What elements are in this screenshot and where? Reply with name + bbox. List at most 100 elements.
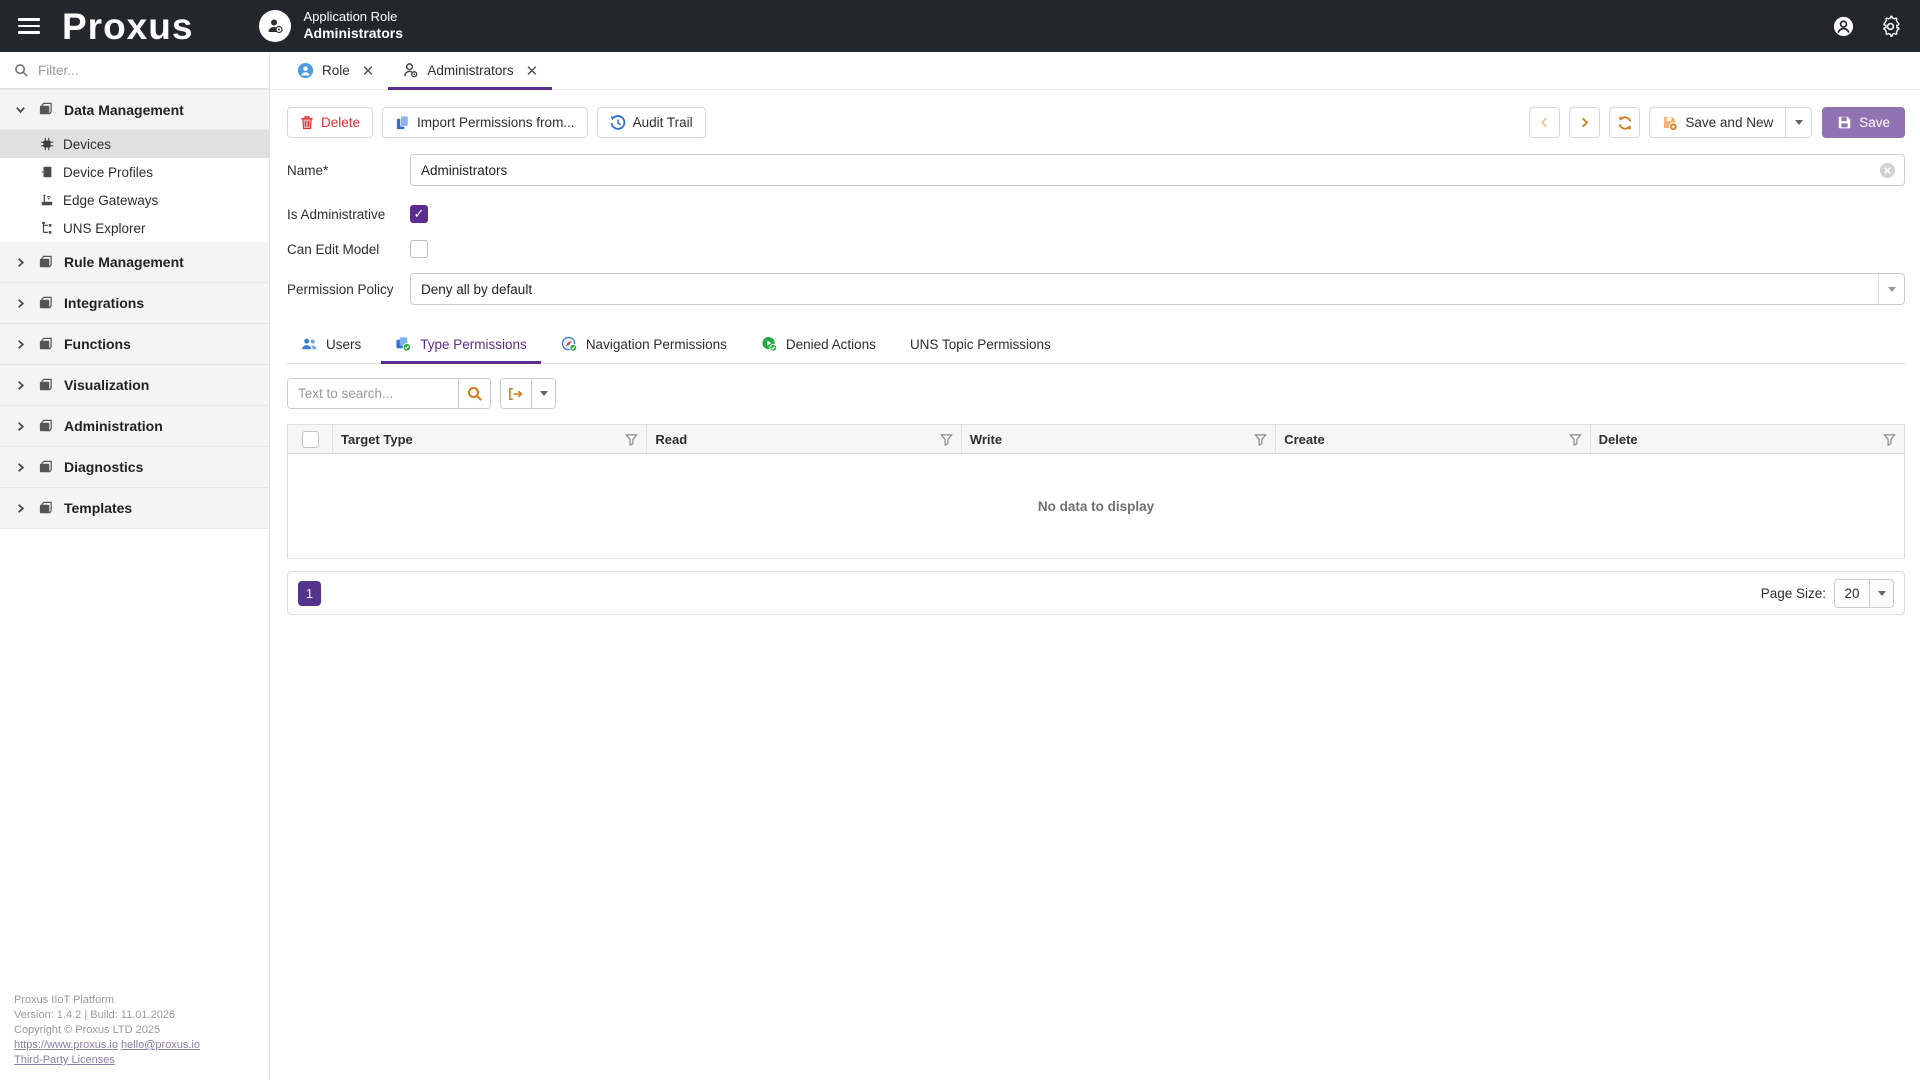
- document-tabs: Role ✕ Administrators ✕: [270, 52, 1920, 90]
- save-icon: [1838, 116, 1851, 129]
- hamburger-menu-icon[interactable]: [18, 18, 40, 34]
- history-icon: [610, 114, 625, 130]
- page-size-label: Page Size:: [1760, 585, 1826, 601]
- sidebar-filter-input[interactable]: [38, 62, 218, 78]
- role-gear-icon: [404, 63, 418, 78]
- sidebar-item-templates[interactable]: Templates: [0, 488, 269, 529]
- sidebar-item-integrations[interactable]: Integrations: [0, 283, 269, 324]
- save-and-new-button[interactable]: Save and New: [1650, 108, 1785, 137]
- sidebar-item-diagnostics[interactable]: Diagnostics: [0, 447, 269, 488]
- package-icon: [38, 419, 54, 434]
- column-header-delete[interactable]: Delete: [1591, 425, 1904, 453]
- can-edit-model-label: Can Edit Model: [287, 241, 380, 257]
- permissions-grid: Target Type Read Write Create Delete No …: [287, 424, 1905, 559]
- page-size-select[interactable]: 20: [1834, 578, 1894, 608]
- tab-administrators[interactable]: Administrators ✕: [388, 52, 553, 90]
- permission-policy-select[interactable]: Deny all by default: [410, 273, 1905, 305]
- name-field[interactable]: Administrators: [410, 154, 1905, 186]
- footer-website-link[interactable]: https://www.proxus.io: [14, 1039, 118, 1051]
- chevron-right-icon: [14, 256, 28, 269]
- clear-icon[interactable]: [1879, 162, 1896, 179]
- page-1-button[interactable]: 1: [298, 580, 321, 606]
- save-and-new-caret[interactable]: [1785, 108, 1811, 137]
- footer-email-link[interactable]: hello@proxus.io: [121, 1039, 200, 1051]
- is-administrative-label: Is Administrative: [287, 206, 386, 222]
- platform-footer: Proxus IIoT Platform Version: 1.4.2 | Bu…: [14, 993, 200, 1068]
- export-button[interactable]: [501, 379, 531, 408]
- save-button[interactable]: Save: [1822, 107, 1905, 138]
- grid-search-input[interactable]: [288, 379, 458, 408]
- profile-card-icon: [40, 165, 54, 179]
- can-edit-model-checkbox[interactable]: [410, 240, 428, 258]
- tab-role[interactable]: Role ✕: [283, 52, 388, 89]
- app-header: Proxus Application Role Administrators: [0, 0, 1920, 52]
- sidebar-item-administration[interactable]: Administration: [0, 406, 269, 447]
- next-record-button[interactable]: [1569, 107, 1601, 138]
- name-value: Administrators: [421, 162, 508, 178]
- filter-funnel-icon[interactable]: [1883, 433, 1896, 446]
- role-avatar-icon: [259, 10, 292, 42]
- package-icon: [38, 460, 54, 475]
- export-icon: [509, 387, 523, 400]
- package-icon: [38, 501, 54, 516]
- is-administrative-checkbox[interactable]: ✓: [410, 205, 428, 223]
- sidebar-item-edge-gateways[interactable]: Edge Gateways: [0, 186, 269, 214]
- chevron-right-icon: [14, 461, 28, 474]
- import-permissions-button[interactable]: Import Permissions from...: [382, 107, 588, 138]
- navigation-permissions-icon: [561, 336, 578, 352]
- export-split-button: [500, 378, 556, 409]
- sidebar-item-visualization[interactable]: Visualization: [0, 365, 269, 406]
- footer-licenses-link[interactable]: Third-Party Licenses: [14, 1054, 115, 1066]
- tab-users[interactable]: Users: [287, 327, 375, 363]
- sidebar-item-devices[interactable]: Devices: [0, 130, 269, 158]
- delete-button[interactable]: Delete: [287, 107, 374, 138]
- filter-funnel-icon[interactable]: [1254, 433, 1268, 446]
- footer-copyright: Copyright © Proxus LTD 2025: [14, 1024, 161, 1036]
- filter-funnel-icon[interactable]: [939, 433, 953, 446]
- sidebar: Data Management Devices Device Profiles …: [0, 52, 270, 1080]
- grid-header: Target Type Read Write Create Delete: [288, 425, 1904, 454]
- permission-tabs: Users Type Permissions Navigation Permis…: [287, 327, 1905, 364]
- tab-navigation-permissions[interactable]: Navigation Permissions: [547, 327, 741, 363]
- refresh-icon: [1618, 115, 1632, 130]
- audit-trail-button[interactable]: Audit Trail: [596, 107, 706, 138]
- sidebar-item-data-management[interactable]: Data Management: [0, 89, 269, 130]
- column-header-write[interactable]: Write: [962, 425, 1277, 453]
- users-icon: [301, 338, 317, 349]
- search-icon: [467, 386, 482, 401]
- context-type: Application Role: [303, 9, 398, 25]
- tree-icon: [40, 221, 54, 235]
- refresh-button[interactable]: [1609, 107, 1641, 138]
- close-icon[interactable]: ✕: [362, 62, 375, 80]
- account-icon[interactable]: [1832, 15, 1855, 38]
- select-all-checkbox[interactable]: [301, 430, 319, 448]
- tab-type-permissions[interactable]: Type Permissions: [381, 327, 541, 364]
- footer-product: Proxus IIoT Platform: [14, 994, 115, 1006]
- column-header-read[interactable]: Read: [647, 425, 962, 453]
- filter-funnel-icon[interactable]: [1568, 433, 1582, 446]
- close-icon[interactable]: ✕: [526, 62, 539, 80]
- tab-denied-actions[interactable]: Denied Actions: [747, 327, 890, 363]
- tab-uns-topic-permissions[interactable]: UNS Topic Permissions: [896, 327, 1065, 363]
- export-caret[interactable]: [531, 379, 555, 408]
- settings-gear-icon[interactable]: [1879, 15, 1902, 38]
- chevron-down-icon: [1869, 579, 1893, 607]
- sidebar-nav: Data Management Devices Device Profiles …: [0, 89, 269, 529]
- search-icon: [14, 63, 29, 78]
- sidebar-item-device-profiles[interactable]: Device Profiles: [0, 158, 269, 186]
- sidebar-item-uns-explorer[interactable]: UNS Explorer: [0, 214, 269, 242]
- denied-actions-icon: [762, 336, 778, 352]
- filter-funnel-icon[interactable]: [625, 433, 639, 446]
- permission-policy-label: Permission Policy: [287, 281, 394, 297]
- grid-search-button[interactable]: [458, 379, 490, 408]
- prev-record-button[interactable]: [1529, 107, 1561, 138]
- sidebar-item-rule-management[interactable]: Rule Management: [0, 242, 269, 283]
- role-icon: [297, 62, 314, 79]
- column-header-target-type[interactable]: Target Type: [333, 425, 648, 453]
- grid-toolbar: [287, 378, 1905, 409]
- chevron-left-icon: [1541, 117, 1548, 128]
- column-header-create[interactable]: Create: [1276, 425, 1591, 453]
- sidebar-item-functions[interactable]: Functions: [0, 324, 269, 365]
- chevron-right-icon: [14, 420, 28, 433]
- package-icon: [38, 102, 54, 117]
